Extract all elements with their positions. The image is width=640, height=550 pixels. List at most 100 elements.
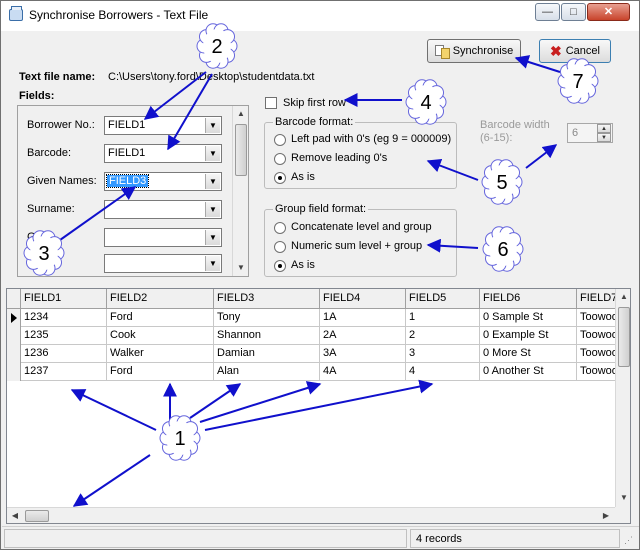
scroll-down-icon[interactable]: ▼ xyxy=(233,260,248,276)
grid-header: FIELD1 FIELD2 FIELD3 FIELD4 FIELD5 FIELD6 FIEL… xyxy=(7,289,630,309)
grid-vertical-scrollbar[interactable]: ▲ ▼ xyxy=(615,289,630,507)
table-cell[interactable]: Alan xyxy=(214,363,320,381)
field-label: Surname: xyxy=(27,203,75,215)
scroll-down-icon[interactable]: ▼ xyxy=(616,490,630,506)
title-bar[interactable]: Synchronise Borrowers - Text File — □ ✕ xyxy=(1,1,639,31)
group-field-format-radio[interactable] xyxy=(274,241,286,253)
table-cell[interactable]: 3 xyxy=(406,345,480,363)
group-field-format-radio[interactable] xyxy=(274,260,286,272)
chevron-down-icon[interactable]: ▼ xyxy=(205,174,220,189)
table-cell[interactable]: 1234 xyxy=(21,309,107,327)
table-row[interactable]: 1237FordAlan4A40 Another StToowoomba xyxy=(7,363,630,381)
table-cell[interactable]: 3A xyxy=(320,345,406,363)
fields-scroll-thumb[interactable] xyxy=(235,124,247,176)
skip-first-row-checkbox[interactable] xyxy=(265,97,277,109)
barcode-format-title: Barcode format: xyxy=(273,116,356,128)
table-cell[interactable]: 1237 xyxy=(21,363,107,381)
group-field-format-option-label: Concatenate level and group xyxy=(291,221,432,233)
grid-column-header[interactable]: FIELD3 xyxy=(214,289,320,309)
table-cell[interactable]: Tony xyxy=(214,309,320,327)
grid-column-header[interactable]: FIELD6 xyxy=(480,289,577,309)
field-label: Given Names: xyxy=(27,175,97,187)
cancel-button[interactable]: ✖ Cancel xyxy=(539,39,611,63)
close-button[interactable]: ✕ xyxy=(587,3,630,21)
chevron-down-icon[interactable]: ▼ xyxy=(205,118,220,133)
spin-up-icon[interactable]: ▲ xyxy=(597,124,611,133)
grid-column-header[interactable]: FIELD4 xyxy=(320,289,406,309)
field-mapping-dropdown[interactable]: FIELD1 ▼ xyxy=(104,116,222,135)
chevron-down-icon[interactable]: ▼ xyxy=(205,256,220,271)
barcode-format-option-label: Left pad with 0's (eg 9 = 000009) xyxy=(291,133,452,145)
grid-scroll-corner xyxy=(615,507,630,523)
table-cell[interactable]: 1236 xyxy=(21,345,107,363)
group-field-format-option-label: Numeric sum level + group xyxy=(291,240,423,252)
scroll-right-icon[interactable]: ▶ xyxy=(598,508,614,523)
maximize-button[interactable]: □ xyxy=(561,3,586,21)
table-cell[interactable]: 1 xyxy=(406,309,480,327)
field-mapping-dropdown[interactable]: ▼ xyxy=(104,228,222,247)
records-count: 4 records xyxy=(416,533,462,545)
grid-horizontal-scrollbar[interactable]: ◀ ▶ xyxy=(7,507,615,523)
barcode-width-spinner[interactable]: 6 ▲ ▼ xyxy=(567,123,613,143)
spin-down-icon[interactable]: ▼ xyxy=(597,133,611,142)
dialog-window: Synchronise Borrowers - Text File — □ ✕ … xyxy=(0,0,640,550)
data-preview-grid[interactable]: FIELD1 FIELD2 FIELD3 FIELD4 FIELD5 FIELD6 FIEL… xyxy=(6,288,631,524)
table-cell[interactable]: 4A xyxy=(320,363,406,381)
chevron-down-icon[interactable]: ▼ xyxy=(205,202,220,217)
barcode-width-label-line2: (6-15): xyxy=(480,132,513,144)
status-pane-main xyxy=(4,529,407,548)
table-cell[interactable]: 1235 xyxy=(21,327,107,345)
synchronise-icon xyxy=(434,45,450,59)
row-indicator[interactable] xyxy=(7,363,21,381)
field-mapping-dropdown[interactable]: FIELD1 ▼ xyxy=(104,144,222,163)
field-mapping-dropdown[interactable]: ▼ xyxy=(104,254,222,273)
scroll-up-icon[interactable]: ▲ xyxy=(233,106,248,122)
synchronise-label: Synchronise xyxy=(452,45,514,57)
table-cell[interactable]: 2A xyxy=(320,327,406,345)
table-cell[interactable]: 0 Sample St xyxy=(480,309,577,327)
scroll-left-icon[interactable]: ◀ xyxy=(7,508,23,523)
row-indicator[interactable] xyxy=(7,327,21,345)
row-indicator[interactable] xyxy=(7,345,21,363)
current-row-indicator-icon[interactable] xyxy=(7,309,21,327)
synchronise-button[interactable]: Synchronise xyxy=(427,39,521,63)
cancel-label: Cancel xyxy=(565,45,600,57)
scroll-up-icon[interactable]: ▲ xyxy=(616,289,630,305)
grid-vertical-thumb[interactable] xyxy=(618,307,630,367)
file-name-label: Text file name: xyxy=(19,71,96,83)
field-mapping-dropdown[interactable]: FIELD3 ▼ xyxy=(104,172,222,191)
fields-mapping-panel: Borrower No.: FIELD1 ▼ Barcode: FIELD1 ▼ Given… xyxy=(17,105,249,277)
table-cell[interactable]: 1A xyxy=(320,309,406,327)
table-row[interactable]: 1235CookShannon2A20 Example StToowoomba xyxy=(7,327,630,345)
barcode-format-radio[interactable] xyxy=(274,134,286,146)
barcode-format-radio[interactable] xyxy=(274,172,286,184)
field-label: Borrower No.: xyxy=(27,119,95,131)
table-cell[interactable]: Ford xyxy=(107,309,214,327)
table-cell[interactable]: 4 xyxy=(406,363,480,381)
table-cell[interactable]: 0 Example St xyxy=(480,327,577,345)
table-cell[interactable]: Damian xyxy=(214,345,320,363)
group-field-format-title: Group field format: xyxy=(273,203,369,215)
table-cell[interactable]: Shannon xyxy=(214,327,320,345)
table-cell[interactable]: Cook xyxy=(107,327,214,345)
status-pane-records: 4 records xyxy=(410,529,620,548)
field-mapping-dropdown[interactable]: ▼ xyxy=(104,200,222,219)
fields-scrollbar[interactable]: ▲ ▼ xyxy=(232,106,248,276)
group-field-format-radio[interactable] xyxy=(274,222,286,234)
grid-horizontal-thumb[interactable] xyxy=(25,510,49,522)
table-row[interactable]: 1234FordTony1A10 Sample StToowoomba xyxy=(7,309,630,327)
table-row[interactable]: 1236WalkerDamian3A30 More StToowoomba xyxy=(7,345,630,363)
resize-grip-icon[interactable]: ⋰ xyxy=(624,535,636,547)
table-cell[interactable]: 0 More St xyxy=(480,345,577,363)
table-cell[interactable]: Ford xyxy=(107,363,214,381)
table-cell[interactable]: 0 Another St xyxy=(480,363,577,381)
minimize-button[interactable]: — xyxy=(535,3,560,21)
chevron-down-icon[interactable]: ▼ xyxy=(205,230,220,245)
table-cell[interactable]: 2 xyxy=(406,327,480,345)
barcode-format-radio[interactable] xyxy=(274,153,286,165)
chevron-down-icon[interactable]: ▼ xyxy=(205,146,220,161)
grid-column-header[interactable]: FIELD1 xyxy=(21,289,107,309)
grid-column-header[interactable]: FIELD5 xyxy=(406,289,480,309)
grid-column-header[interactable]: FIELD2 xyxy=(107,289,214,309)
table-cell[interactable]: Walker xyxy=(107,345,214,363)
